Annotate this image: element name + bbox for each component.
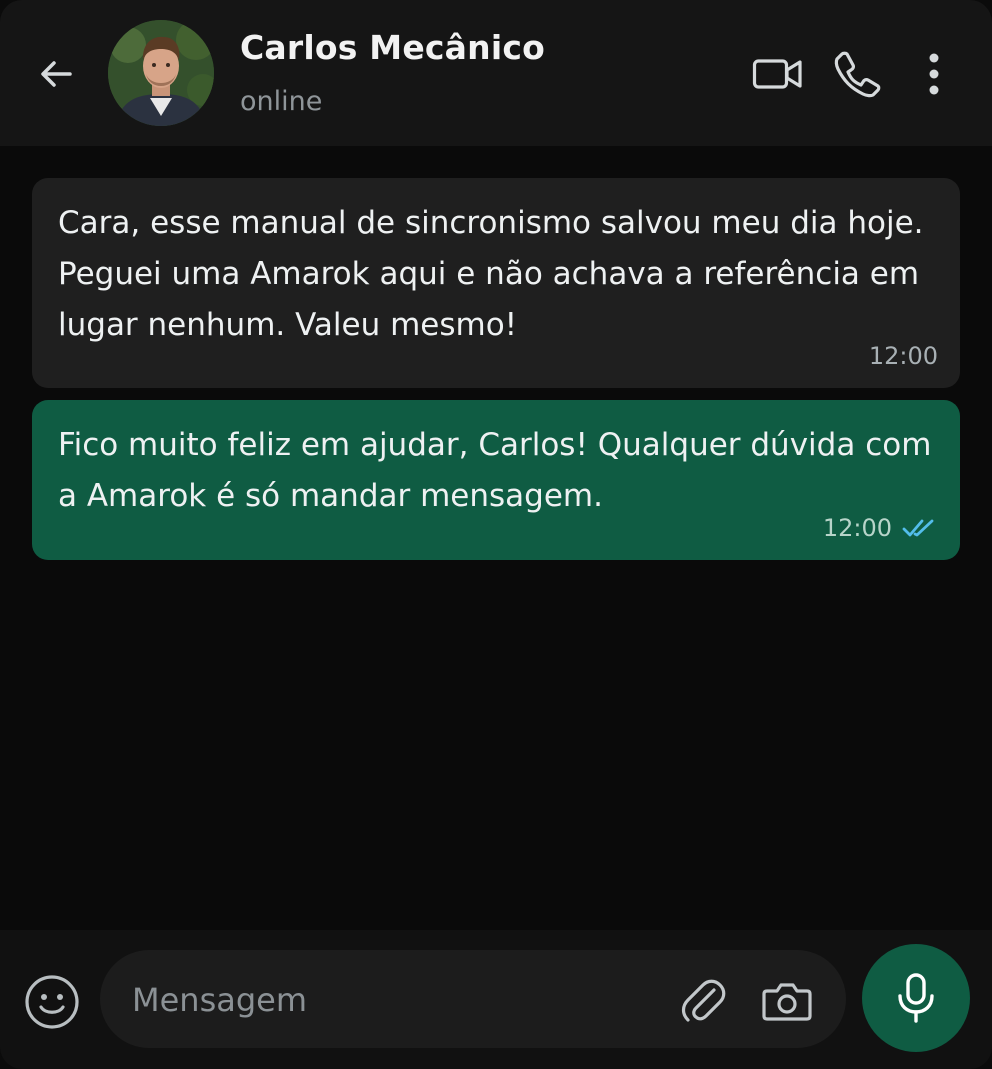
message-meta: 12:00 [869, 342, 938, 370]
message-input[interactable] [130, 968, 654, 1032]
back-button[interactable] [30, 48, 82, 100]
composer-bar [0, 930, 992, 1069]
avatar[interactable] [108, 20, 214, 126]
contact-status: online [240, 86, 323, 117]
message-time: 12:00 [822, 514, 892, 542]
contact-photo [108, 20, 214, 126]
message-text: Fico muito feliz em ajudar, Carlos! Qual… [58, 427, 932, 514]
emoji-icon [25, 975, 79, 1029]
camera-button[interactable] [760, 974, 814, 1028]
incoming-message[interactable]: Cara, esse manual de sincronismo salvou … [32, 178, 960, 388]
message-meta: 12:00 [823, 514, 938, 542]
voice-call-button[interactable] [830, 46, 886, 102]
message-input-container [100, 950, 846, 1048]
more-options-button[interactable] [916, 46, 952, 102]
message-list[interactable]: Cara, esse manual de sincronismo salvou … [0, 146, 992, 930]
chat-window: Carlos Mecânico online Cara, esse manual… [0, 0, 992, 1069]
more-vertical-icon [929, 53, 939, 95]
outgoing-message[interactable]: Fico muito feliz em ajudar, Carlos! Qual… [32, 400, 960, 560]
message-text: Cara, esse manual de sincronismo salvou … [58, 205, 924, 343]
paperclip-icon [681, 979, 726, 1022]
camera-icon [762, 983, 812, 1021]
microphone-icon [898, 973, 934, 1023]
attach-button[interactable] [676, 974, 730, 1028]
emoji-button[interactable] [20, 970, 84, 1034]
arrow-left-icon [41, 61, 72, 87]
video-camera-icon [752, 59, 802, 89]
phone-icon [834, 51, 881, 98]
double-check-icon [902, 519, 934, 537]
voice-message-button[interactable] [862, 944, 970, 1052]
video-call-button[interactable] [750, 46, 806, 102]
contact-name[interactable]: Carlos Mecânico [240, 28, 545, 67]
message-time: 12:00 [868, 342, 938, 370]
chat-header: Carlos Mecânico online [0, 0, 992, 146]
